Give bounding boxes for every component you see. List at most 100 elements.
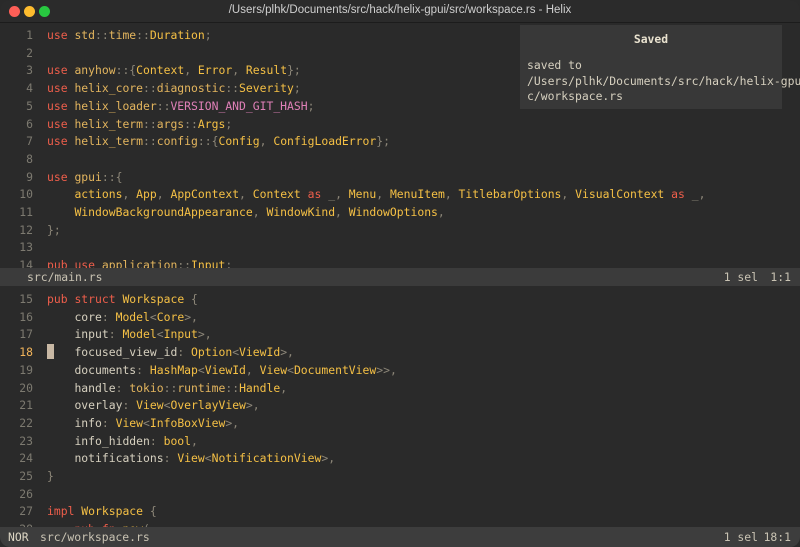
statusline-mode: NOR	[8, 530, 29, 544]
statusline-selections: 1 sel	[723, 270, 758, 284]
line-number: 25	[19, 469, 33, 483]
code-token: use	[47, 134, 68, 149]
code-token: AppContext	[170, 187, 240, 202]
code-line[interactable]: 26	[0, 485, 800, 503]
code-line[interactable]: 12};	[0, 221, 800, 239]
code-token: ,	[122, 187, 137, 202]
code-token: input	[74, 327, 109, 342]
line-number: 9	[26, 169, 33, 184]
line-number: 22	[19, 415, 33, 430]
code-token: :	[115, 380, 130, 395]
line-number: 10	[19, 187, 33, 202]
line-number: 1	[26, 28, 33, 42]
line-number: 5	[26, 98, 33, 113]
code-token: ,	[184, 63, 198, 78]
code-token: ::	[143, 81, 157, 96]
code-token: pub	[47, 292, 68, 306]
code-token: ;	[225, 258, 233, 268]
code-line[interactable]: 17 input: Model<Input>,	[0, 325, 800, 343]
code-token: Model	[115, 309, 150, 324]
code-token: use	[47, 63, 68, 78]
code-token: :	[101, 309, 116, 324]
editor-window: /Users/plhk/Documents/src/hack/helix-gpu…	[0, 0, 800, 547]
code-token: ,	[376, 187, 390, 202]
code-text: actions, App, AppContext, Context as _, …	[47, 185, 705, 203]
code-token: App	[136, 187, 157, 202]
code-token: WindowBackgroundAppearance	[74, 205, 253, 219]
code-token: HashMap	[149, 362, 198, 377]
code-token: ::	[163, 380, 178, 395]
code-line[interactable]: 24 notifications: View<NotificationView>…	[0, 449, 800, 467]
line-number: 2	[26, 45, 33, 60]
code-token: :	[122, 398, 137, 413]
code-token: ;	[225, 116, 233, 131]
code-token: ::	[136, 28, 150, 42]
code-line[interactable]: 14 pub use application::Input;	[0, 256, 800, 268]
code-token: };	[376, 134, 390, 149]
code-token: anyhow	[74, 63, 116, 78]
code-text: use std::time::Duration;	[47, 26, 212, 44]
statusline-main-rs: src/main.rs 1 sel 1:1	[0, 268, 800, 286]
line-number: 6	[26, 116, 33, 131]
code-line[interactable]: 27 impl Workspace {	[0, 502, 800, 520]
code-text: input: Model<Input>,	[47, 325, 211, 343]
line-number: 26	[19, 486, 33, 501]
code-token: ,	[259, 134, 274, 149]
code-line[interactable]: 20 handle: tokio::runtime::Handle,	[0, 379, 800, 397]
code-token: Option	[191, 345, 233, 360]
code-token: };	[287, 63, 301, 78]
line-number: 28	[0, 520, 33, 527]
code-line[interactable]: 15 pub struct Workspace {	[0, 290, 800, 308]
code-line[interactable]: 23 info_hidden: bool,	[0, 432, 800, 450]
code-token: ::	[184, 116, 198, 131]
code-token: VisualContext	[575, 187, 665, 202]
code-token: ::{	[101, 169, 123, 184]
code-token: Duration	[149, 28, 205, 42]
code-text: handle: tokio::runtime::Handle,	[47, 379, 287, 397]
code-line[interactable]: 21 overlay: View<OverlayView>,	[0, 396, 800, 414]
code-line[interactable]: 13	[0, 238, 800, 256]
code-line[interactable]: 19 documents: HashMap<ViewId, View<Docum…	[0, 361, 800, 379]
code-text: };	[47, 221, 61, 239]
line-number: 19	[19, 362, 33, 377]
code-text: use helix_term::config::{Config, ConfigL…	[47, 132, 390, 150]
statusline-cursor-position: 18:1	[763, 530, 791, 544]
code-token: <	[156, 327, 164, 342]
code-line[interactable]: 7 use helix_term::config::{Config, Config…	[0, 132, 800, 150]
code-token: ,	[335, 205, 349, 219]
code-line[interactable]: 11 WindowBackgroundAppearance, WindowKin…	[0, 203, 800, 221]
code-token: >>,	[376, 362, 397, 377]
code-token: >,	[225, 415, 240, 430]
code-text: focused_view_id: Option<ViewId>,	[47, 343, 293, 361]
code-text: use helix_term::args::Args;	[47, 115, 232, 133]
line-number: 16	[19, 309, 33, 324]
code-token: Severity	[239, 81, 294, 96]
code-token: ,	[437, 205, 445, 219]
line-number: 27	[19, 504, 33, 519]
title-bar: /Users/plhk/Documents/src/hack/helix-gpu…	[0, 0, 800, 23]
code-line[interactable]: 18 focused_view_id: Option<ViewId>,	[0, 343, 800, 361]
code-token: {	[149, 504, 157, 519]
code-line[interactable]: 22 info: View<InfoBoxView>,	[0, 414, 800, 432]
code-token: _,	[328, 187, 349, 202]
code-token: Args	[197, 116, 226, 131]
code-token: <	[287, 362, 294, 377]
editor-pane-workspace-rs[interactable]: 15 pub struct Workspace {16 core: Model<C…	[0, 286, 800, 527]
code-line[interactable]: 25}	[0, 467, 800, 485]
window-title: /Users/plhk/Documents/src/hack/helix-gpu…	[228, 4, 572, 16]
code-token: Config	[218, 134, 260, 149]
code-token: VERSION_AND_GIT_HASH	[170, 98, 308, 113]
code-line[interactable]: 10 actions, App, AppContext, Context as …	[0, 185, 800, 203]
code-token: :	[177, 345, 192, 360]
code-token: Input	[191, 258, 226, 268]
code-line[interactable]: 6 use helix_term::args::Args;	[0, 115, 800, 133]
code-line[interactable]: 28 pub fn new(	[0, 520, 800, 527]
code-token: as	[307, 187, 322, 202]
code-line[interactable]: 8	[0, 150, 800, 168]
code-line[interactable]: 16 core: Model<Core>,	[0, 308, 800, 326]
code-text: documents: HashMap<ViewId, View<Document…	[47, 361, 397, 379]
code-line[interactable]: 9 use gpui::{	[0, 168, 800, 186]
